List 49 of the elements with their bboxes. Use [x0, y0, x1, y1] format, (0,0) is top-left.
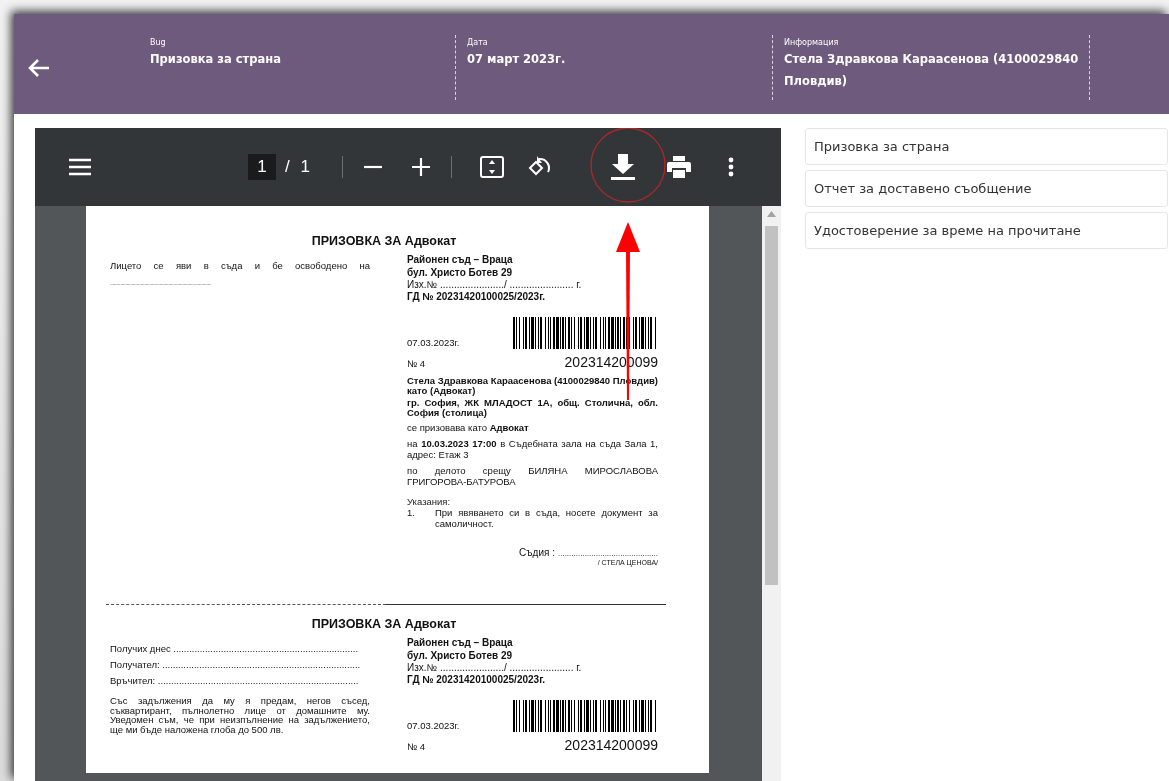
scrollbar[interactable]: [762, 206, 781, 781]
field-label: Информация: [784, 38, 840, 47]
number-text: № 4: [407, 358, 426, 369]
print-icon[interactable]: [666, 156, 691, 178]
list-item-text: При явяването си в съда, носете документ за самоличност.: [435, 507, 658, 530]
court-line: Изх.№ ......................./ ....................... г.: [407, 662, 583, 674]
field-value: 07 март 2023г.: [467, 51, 567, 68]
document-list-item[interactable]: Удостоверение за време на прочитане: [805, 212, 1168, 249]
date-text: 07.03.2023г.: [407, 337, 460, 348]
form-line: Връчител: ............................................................................: [110, 675, 360, 687]
document-title: ПРИЗОВКА ЗА Адвокат: [310, 234, 458, 248]
court-line: бул. Христо Ботев 29: [407, 649, 514, 663]
body-text: по делото срещу БИЛЯНА МИРОСЛАВОВА ГРИГОРОВА-БАТУРОВА: [407, 466, 658, 488]
scrollbar-thumb[interactable]: [765, 226, 778, 585]
section-heading: Указания:: [407, 497, 452, 508]
body-text: Лицето се яви в съда и бе освободено на: [110, 260, 370, 271]
menu-icon[interactable]: [69, 158, 91, 176]
fit-page-icon[interactable]: [479, 156, 504, 178]
form-line: Получих днес ......................................................................: [110, 643, 360, 655]
body-text: Със задължения да му я предам, негов съсед, съквартирант, пълнолетно лице от домашните му. Уведомен съм, че при неизпълнение на задължението, ще ми бъде наложена глоба до 500 лв.: [110, 696, 370, 735]
zoom-in-icon[interactable]: [411, 158, 430, 176]
number-text: № 4: [407, 741, 426, 753]
date-text: 07.03.2023г.: [407, 720, 460, 732]
document-list-item[interactable]: Призовка за страна: [805, 128, 1168, 165]
signature-line: .............................................: [557, 549, 658, 559]
field-value: Стела Здравкова Караасенова (4100029840 Пловдив): [784, 51, 1080, 90]
field-value: Призовка за страна: [150, 51, 282, 68]
body-text: на 10.03.2023 17:00 в Съдебната зала на съда Зала 1, адрес: Етаж 3: [407, 439, 658, 461]
court-line: бул. Христо Ботев 29: [407, 266, 514, 279]
field-label: Дата: [467, 38, 489, 47]
form-line: Получател: ...........................................................................: [110, 659, 362, 671]
barcode-number: 202314200099: [564, 737, 658, 754]
back-arrow-icon[interactable]: [28, 57, 50, 78]
court-line: Изх.№ ......................./ ....................... г.: [407, 279, 583, 290]
document-title: ПРИЗОВКА ЗА Адвокат: [310, 617, 458, 632]
page-total: / 1: [285, 157, 310, 177]
download-icon[interactable]: [609, 154, 636, 180]
court-line: ГД № 20231420100025/2023г.: [407, 673, 547, 687]
court-line: Районен съд – Враца: [407, 636, 514, 650]
page-number-field[interactable]: 1: [248, 154, 276, 180]
court-line: Районен съд – Враца: [407, 253, 514, 266]
more-options-icon[interactable]: [727, 157, 734, 177]
field-label: Bug: [150, 38, 167, 47]
document-list-item[interactable]: Отчет за доставено съобщение: [805, 170, 1168, 207]
list-number: 1.: [407, 507, 416, 520]
body-text: се призовава като Адвокат: [407, 423, 530, 434]
addressee-text: гр. София, ЖК МЛАДОСТ 1А, общ. Столична, обл. София (столица): [407, 398, 658, 417]
court-line: ГД № 20231420100025/2023г.: [407, 290, 547, 303]
signature-label: Съдия :: [519, 547, 555, 559]
